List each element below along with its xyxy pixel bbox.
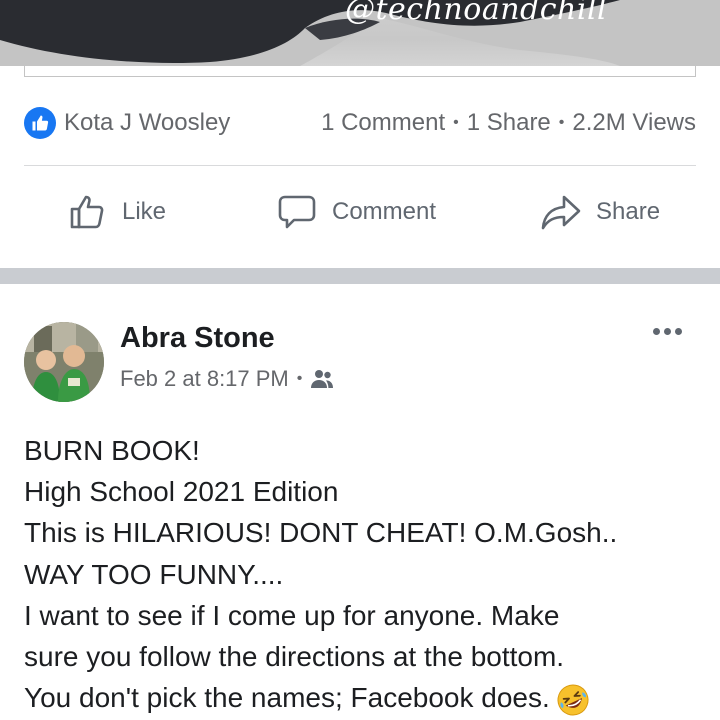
friends-icon (311, 370, 334, 388)
post-text-line: You don't pick the names; Facebook does. (24, 682, 550, 714)
reactions-summary[interactable]: Kota J Woosley (24, 107, 230, 139)
post-header: Abra Stone Feb 2 at 8:17 PM • (24, 322, 696, 402)
post-text-line: This is HILARIOUS! DONT CHEAT! O.M.Gosh.… (24, 517, 618, 549)
post-meta: Feb 2 at 8:17 PM • (120, 366, 334, 392)
share-label: Share (596, 198, 661, 225)
avatar[interactable] (24, 322, 104, 402)
separator-dot: • (296, 370, 303, 387)
reactions-row: Kota J Woosley 1 Comment • 1 Share • 2.2… (24, 104, 696, 142)
share-icon (541, 195, 581, 230)
post-text-line: sure you follow the directions at the bo… (24, 641, 565, 673)
comment-label: Comment (332, 198, 437, 225)
post-text-line: WAY TOO FUNNY.... (24, 558, 284, 590)
post-media-image[interactable]: @technoandchill (0, 0, 720, 66)
reactor-name: Kota J Woosley (64, 109, 231, 136)
comment-count[interactable]: 1 Comment (321, 109, 445, 137)
comment-button[interactable]: Comment (276, 188, 436, 236)
post-text-line: I want to see if I come up for anyone. M… (24, 599, 560, 631)
post-text-line: High School 2021 Edition (24, 476, 339, 508)
like-button[interactable]: Like (68, 188, 166, 236)
post-author-name[interactable]: Abra Stone (120, 322, 275, 355)
share-button[interactable]: Share (540, 188, 660, 236)
comment-icon (278, 195, 316, 229)
media-watermark: @technoandchill (345, 0, 608, 27)
share-count[interactable]: 1 Share (467, 109, 551, 137)
post-text-line: BURN BOOK! (24, 435, 200, 466)
separator-dot: • (558, 114, 565, 131)
divider (24, 165, 696, 166)
like-thumb-icon (24, 107, 56, 139)
post-timestamp[interactable]: Feb 2 at 8:17 PM (120, 366, 289, 392)
profile-photo (24, 322, 104, 402)
media-frame (24, 66, 696, 77)
more-options-icon[interactable] (653, 328, 682, 335)
like-label: Like (122, 198, 167, 225)
post-text: BURN BOOK! High School 2021 Edition This… (24, 430, 704, 718)
post-action-bar: Like Comment Share (0, 188, 720, 236)
like-icon (70, 195, 104, 229)
view-count: 2.2M Views (572, 109, 696, 136)
post-stats: 1 Comment • 1 Share • 2.2M Views (321, 109, 696, 137)
rolling-on-floor-laughing-emoji (557, 684, 589, 716)
separator-dot: • (453, 114, 459, 131)
feed-separator (0, 268, 720, 284)
facebook-feed: @technoandchill Kota J Woosley 1 Comment… (0, 0, 720, 720)
post-text-line-last: You don't pick the names; Facebook does. (24, 677, 704, 718)
